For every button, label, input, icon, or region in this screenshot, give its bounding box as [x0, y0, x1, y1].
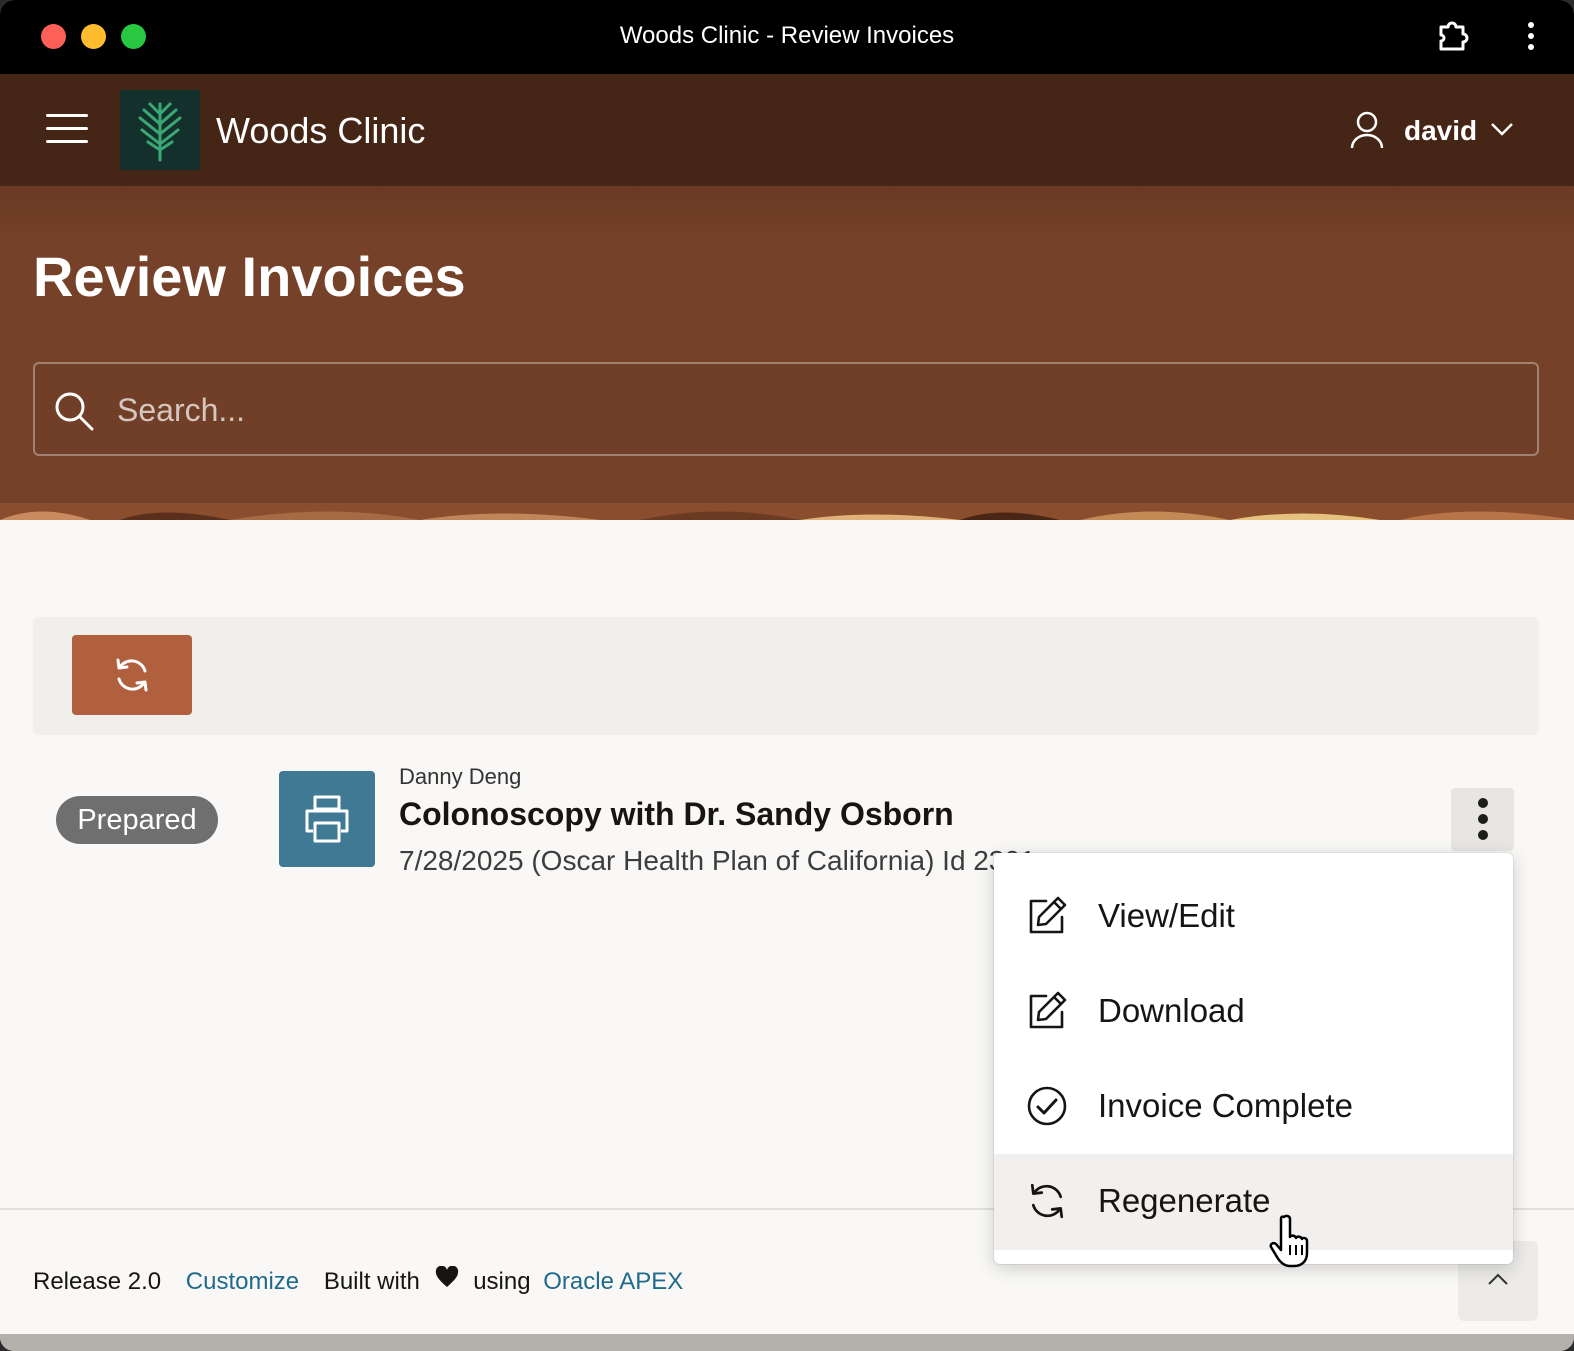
- menu-item-download[interactable]: Download: [994, 964, 1513, 1060]
- toolbar: [33, 617, 1539, 735]
- decorative-pattern: [0, 503, 1574, 520]
- menu-item-label: Download: [1098, 992, 1245, 1029]
- refresh-icon: [116, 658, 148, 692]
- footer: Release 2.0 Customize Built with using O…: [33, 1265, 683, 1296]
- chevron-up-icon: [1488, 1273, 1508, 1285]
- using-label: using: [473, 1267, 531, 1295]
- app-name[interactable]: Woods Clinic: [216, 110, 425, 152]
- patient-name: Danny Deng: [399, 764, 522, 789]
- row-actions-button[interactable]: [1451, 788, 1514, 851]
- search-field[interactable]: [33, 362, 1539, 456]
- clinic-logo[interactable]: [120, 90, 200, 170]
- extensions-icon[interactable]: [1437, 19, 1471, 53]
- print-tile: [279, 771, 375, 867]
- row-actions-menu: View/Edit Download Invoice Complete Rege…: [994, 853, 1513, 1264]
- hand-pointer-icon: [1269, 1214, 1309, 1268]
- printer-icon: [305, 795, 349, 843]
- menu-item-label: Invoice Complete: [1098, 1087, 1353, 1124]
- menu-item-view-edit[interactable]: View/Edit: [994, 869, 1513, 965]
- refresh-icon: [1030, 1183, 1064, 1219]
- user-icon[interactable]: [1349, 110, 1385, 150]
- tree-icon: [138, 102, 182, 162]
- window-title: Woods Clinic - Review Invoices: [619, 22, 955, 49]
- window-bottom-edge: [0, 1334, 1574, 1351]
- page-title: Review Invoices: [33, 245, 466, 308]
- edit-icon: [1029, 896, 1067, 934]
- app-header: Woods Clinic david: [0, 74, 1574, 186]
- menu-item-regenerate[interactable]: Regenerate: [994, 1154, 1513, 1250]
- browser-window: Woods Clinic - Review Invoices Woods Cli…: [0, 0, 1574, 1351]
- invoice-detail: 7/28/2025 (Oscar Health Plan of Californ…: [399, 845, 1036, 876]
- edit-icon: [1029, 991, 1067, 1029]
- heart-icon: [435, 1265, 458, 1287]
- check-circle-icon: [1027, 1086, 1067, 1126]
- navigation-menu-icon[interactable]: [46, 114, 88, 144]
- page-hero: Review Invoices: [0, 186, 1574, 520]
- status-badge: Prepared: [56, 796, 218, 844]
- built-with-label: Built with: [323, 1267, 420, 1295]
- release-label: Release 2.0: [33, 1267, 162, 1295]
- menu-item-label: Regenerate: [1098, 1182, 1271, 1219]
- search-input[interactable]: [117, 382, 1517, 438]
- menu-item-invoice-complete[interactable]: Invoice Complete: [994, 1059, 1513, 1155]
- oracle-apex-link[interactable]: Oracle APEX: [543, 1268, 683, 1296]
- refresh-button[interactable]: [72, 635, 192, 715]
- chevron-down-icon[interactable]: [1490, 121, 1514, 137]
- menu-item-label: View/Edit: [1098, 897, 1235, 934]
- customize-link[interactable]: Customize: [186, 1268, 299, 1296]
- user-menu-label[interactable]: david: [1404, 115, 1477, 147]
- invoice-title[interactable]: Colonoscopy with Dr. Sandy Osborn: [399, 796, 954, 833]
- search-icon: [55, 392, 94, 431]
- browser-menu-icon[interactable]: [1523, 20, 1539, 52]
- title-bar: Woods Clinic - Review Invoices: [0, 0, 1574, 74]
